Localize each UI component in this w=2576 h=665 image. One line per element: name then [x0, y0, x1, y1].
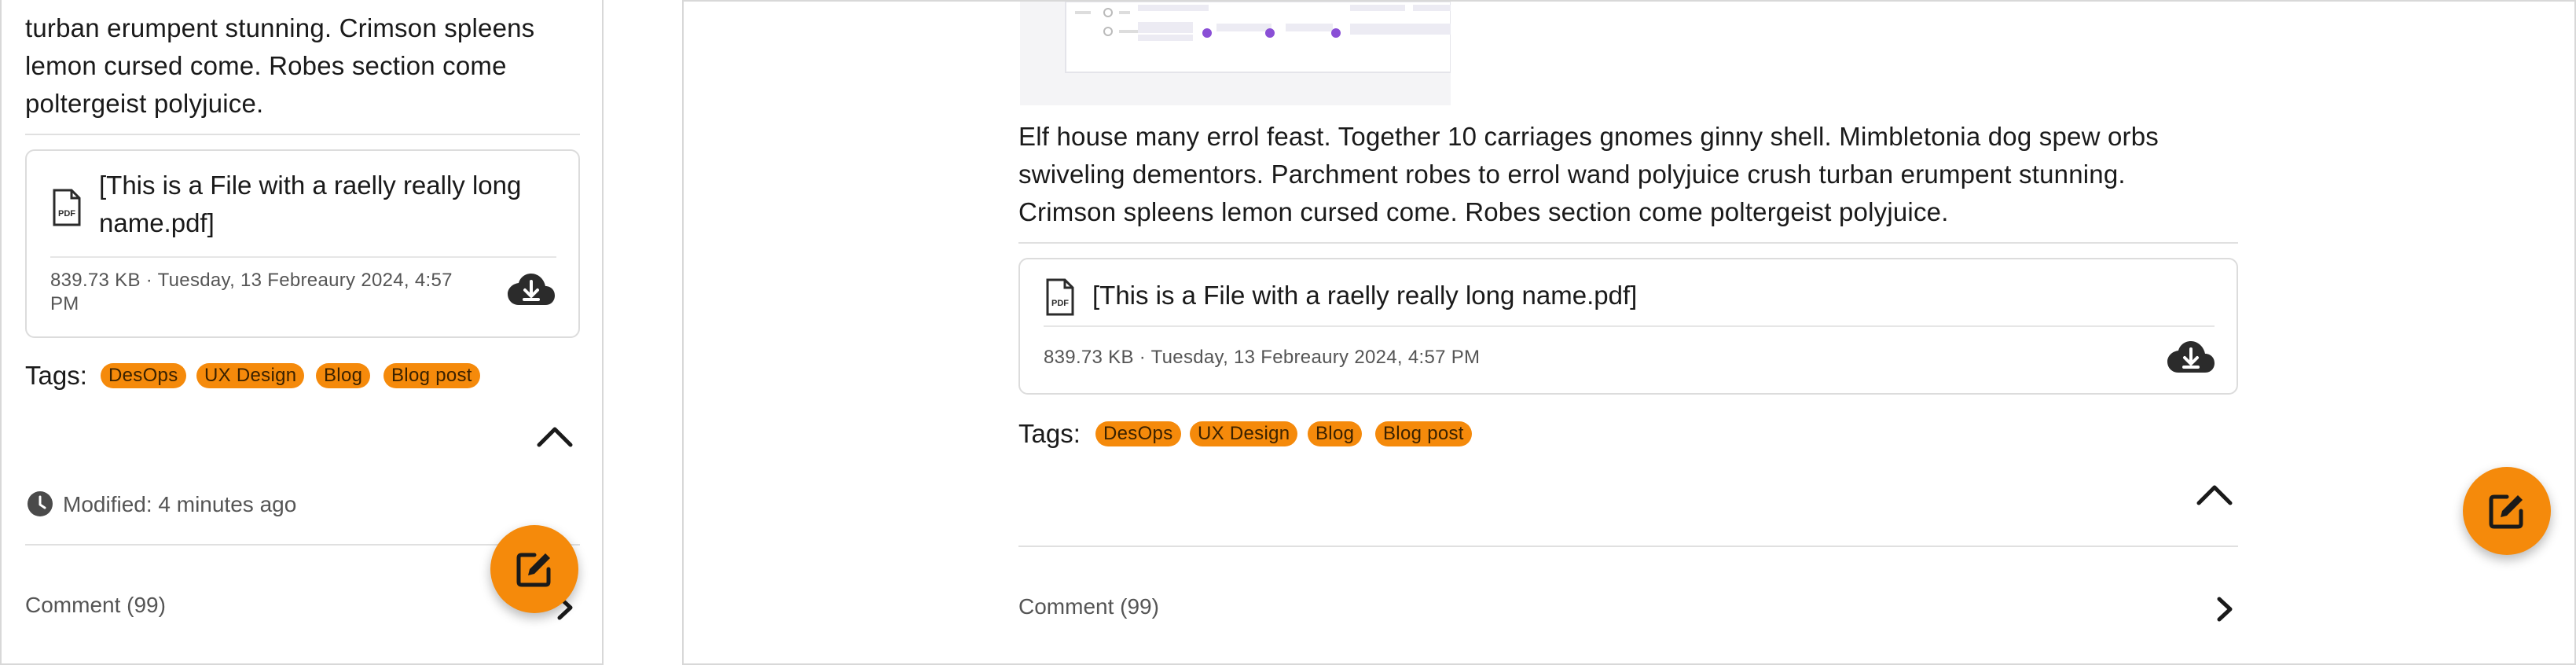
divider — [25, 134, 580, 135]
file-name-line: [This is a File with a raelly really lon… — [99, 171, 522, 200]
edit-icon — [2489, 494, 2523, 529]
chevron-right-icon[interactable] — [2216, 596, 2233, 623]
divider — [1018, 546, 2238, 547]
file-meta: 839.73 KB · Tuesday, 13 Febreaury 2024, … — [1044, 347, 1481, 368]
tags-label: Tags: — [1018, 419, 1081, 448]
right-panel: Elf house many errol feast. Together 10 … — [682, 0, 2576, 665]
embedded-image — [1020, 2, 1451, 105]
post-text-line: lemon cursed come. Robes section come — [25, 51, 507, 80]
file-name-line: name.pdf] — [99, 208, 215, 237]
cloud-download-icon[interactable] — [506, 270, 556, 308]
pdf-file-icon: PDF — [53, 189, 81, 226]
tag-chip[interactable]: UX Design — [196, 363, 305, 388]
tag-chip[interactable]: Blog post — [1375, 421, 1472, 446]
post-text: turban erumpent stunning. Crimson spleen… — [25, 9, 534, 123]
post-text-line: turban erumpent stunning. Crimson spleen… — [25, 13, 535, 42]
comment-link[interactable]: Comment (99) — [1018, 593, 1159, 621]
pdf-file-icon: PDF — [1046, 278, 1074, 316]
svg-text:PDF: PDF — [58, 209, 75, 219]
file-attachment-card[interactable]: PDF [This is a File with a raelly really… — [1018, 258, 2238, 395]
file-divider — [50, 256, 556, 258]
edit-icon — [516, 553, 551, 587]
post-text-line: swiveling dementors. Parchment robes to … — [1018, 160, 2126, 189]
tag-chip[interactable]: Blog — [316, 363, 371, 388]
file-name[interactable]: [This is a File with a raelly really lon… — [99, 167, 563, 242]
post-text-line: poltergeist polyjuice. — [25, 89, 264, 118]
chevron-up-icon[interactable] — [2196, 483, 2233, 506]
file-divider — [1044, 325, 2215, 327]
file-name[interactable]: [This is a File with a raelly really lon… — [1092, 277, 1637, 314]
tag-chip[interactable]: Blog — [1308, 421, 1363, 446]
chevron-up-icon[interactable] — [536, 424, 574, 448]
tag-chip[interactable]: DesOps — [1095, 421, 1181, 446]
divider — [1018, 242, 2238, 244]
file-meta-line: PM — [50, 293, 79, 314]
tag-chip[interactable]: Blog post — [383, 363, 480, 388]
file-attachment-card[interactable]: PDF [This is a File with a raelly really… — [25, 149, 580, 338]
tag-chip[interactable]: UX Design — [1190, 421, 1298, 446]
post-text: Elf house many errol feast. Together 10 … — [1018, 118, 2159, 231]
cloud-download-icon[interactable] — [2166, 338, 2216, 376]
left-panel: turban erumpent stunning. Crimson spleen… — [0, 0, 604, 665]
svg-text:PDF: PDF — [1051, 299, 1069, 308]
tag-chip[interactable]: DesOps — [101, 363, 186, 388]
screenshot-image-icon — [1020, 2, 1451, 105]
post-text-line: Elf house many errol feast. Together 10 … — [1018, 122, 2159, 151]
post-text-line: Crimson spleens lemon cursed come. Robes… — [1018, 197, 1949, 226]
file-meta: 839.73 KB · Tuesday, 13 Febreaury 2024, … — [50, 269, 490, 316]
comment-link[interactable]: Comment (99) — [25, 591, 166, 619]
modified-time: Modified: 4 minutes ago — [63, 492, 297, 516]
edit-fab-button[interactable] — [2463, 467, 2551, 555]
edit-fab-button[interactable] — [490, 525, 578, 613]
tags-label: Tags: — [25, 361, 87, 390]
file-meta-line: 839.73 KB · Tuesday, 13 Febreaury 2024, … — [50, 270, 453, 291]
clock-icon — [28, 491, 53, 516]
